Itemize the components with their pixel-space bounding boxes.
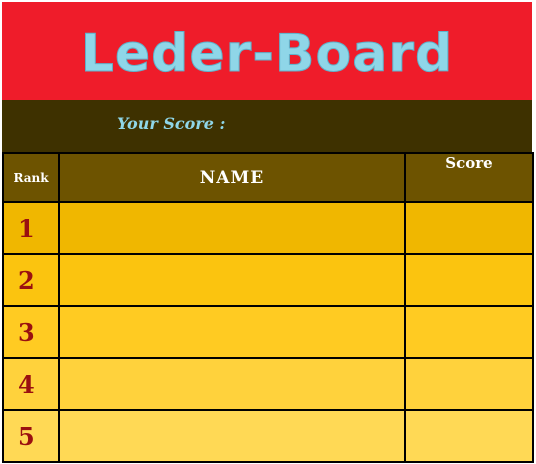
score-cell (404, 253, 534, 307)
name-cell (58, 253, 406, 307)
score-cell (404, 409, 534, 463)
leaderboard-panel: Leder-Board Your Score : Rank NAME Score… (0, 0, 536, 464)
title-banner: Leder-Board (2, 2, 532, 100)
name-cell (58, 357, 406, 411)
your-score-label: Your Score : (117, 114, 226, 133)
your-score-bar: Your Score : (2, 100, 532, 152)
table-row: 2 (2, 253, 534, 307)
leaderboard-title: Leder-Board (80, 24, 454, 85)
score-cell (404, 201, 534, 255)
name-column-header: NAME (58, 152, 406, 203)
table-row: 1 (2, 201, 534, 255)
rank-cell: 1 (2, 201, 60, 255)
rank-cell: 2 (2, 253, 60, 307)
leaderboard-table: Rank NAME Score 1 2 3 4 5 (2, 152, 534, 463)
table-header-row: Rank NAME Score (2, 152, 534, 203)
rank-cell: 5 (2, 409, 60, 463)
rank-column-header: Rank (2, 152, 60, 203)
name-cell (58, 409, 406, 463)
table-row: 5 (2, 409, 534, 463)
rank-cell: 4 (2, 357, 60, 411)
score-cell (404, 305, 534, 359)
table-row: 4 (2, 357, 534, 411)
score-cell (404, 357, 534, 411)
name-cell (58, 305, 406, 359)
name-cell (58, 201, 406, 255)
table-row: 3 (2, 305, 534, 359)
score-column-header: Score (404, 152, 534, 203)
rank-cell: 3 (2, 305, 60, 359)
